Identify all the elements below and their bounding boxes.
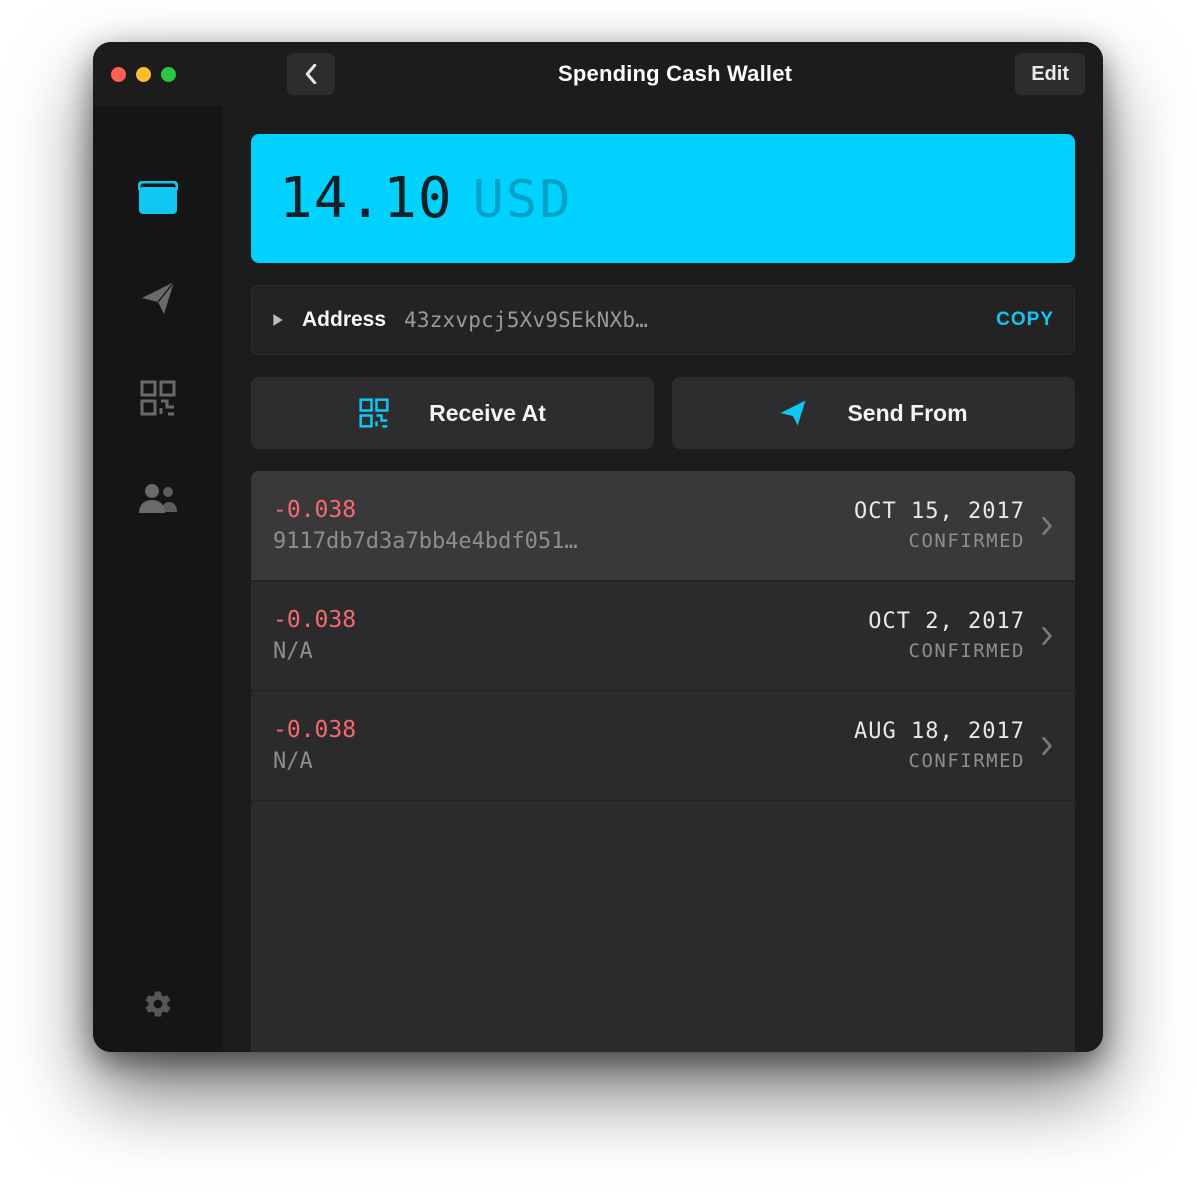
main-content: 14.10 USD Address 43zxvpcj5Xv9SEkNXb… CO… — [223, 106, 1103, 1052]
edit-button[interactable]: Edit — [1015, 53, 1085, 95]
gear-icon — [143, 989, 173, 1019]
receive-button-label: Receive At — [429, 400, 546, 427]
app-window: Spending Cash Wallet Edit — [93, 42, 1103, 1052]
nav-settings[interactable] — [136, 982, 180, 1026]
transaction-row[interactable]: -0.038 N/A OCT 2, 2017 CONFIRMED — [251, 581, 1075, 691]
caret-right-icon — [272, 313, 284, 327]
chevron-right-icon — [1041, 627, 1053, 645]
receive-button[interactable]: Receive At — [251, 377, 654, 449]
send-button-label: Send From — [847, 400, 967, 427]
transaction-reference: N/A — [273, 749, 838, 774]
balance-currency: USD — [473, 170, 573, 230]
sidebar — [93, 106, 223, 1052]
page-title: Spending Cash Wallet — [335, 61, 1015, 87]
transaction-amount: -0.038 — [273, 607, 852, 633]
transaction-date: OCT 2, 2017 — [868, 609, 1025, 634]
transaction-row[interactable]: -0.038 N/A AUG 18, 2017 CONFIRMED — [251, 691, 1075, 801]
transaction-status: CONFIRMED — [854, 530, 1025, 552]
transaction-reference: N/A — [273, 639, 852, 664]
chevron-left-icon — [304, 64, 318, 84]
paper-plane-icon — [779, 399, 807, 427]
window-controls — [111, 67, 221, 82]
transaction-date: OCT 15, 2017 — [854, 499, 1025, 524]
address-row[interactable]: Address 43zxvpcj5Xv9SEkNXb… COPY — [251, 285, 1075, 355]
copy-address-button[interactable]: COPY — [996, 309, 1054, 331]
send-button[interactable]: Send From — [672, 377, 1075, 449]
transaction-row[interactable]: -0.038 9117db7d3a7bb4e4bdf051… OCT 15, 2… — [251, 471, 1075, 581]
action-row: Receive At Send From — [251, 377, 1075, 449]
nav-send[interactable] — [136, 276, 180, 320]
back-button[interactable] — [287, 53, 335, 95]
transaction-amount: -0.038 — [273, 717, 838, 743]
chevron-right-icon — [1041, 737, 1053, 755]
balance-amount: 14.10 — [279, 166, 453, 231]
address-label: Address — [302, 308, 386, 332]
transaction-amount: -0.038 — [273, 497, 838, 523]
nav-receive[interactable] — [136, 376, 180, 420]
transaction-list: -0.038 9117db7d3a7bb4e4bdf051… OCT 15, 2… — [251, 471, 1075, 1052]
zoom-window-button[interactable] — [161, 67, 176, 82]
nav-contacts[interactable] — [136, 476, 180, 520]
edit-button-label: Edit — [1031, 63, 1069, 86]
transaction-status: CONFIRMED — [868, 640, 1025, 662]
qr-icon — [359, 398, 389, 428]
chevron-right-icon — [1041, 517, 1053, 535]
transaction-date: AUG 18, 2017 — [854, 719, 1025, 744]
titlebar: Spending Cash Wallet Edit — [93, 42, 1103, 106]
qr-icon — [140, 380, 176, 416]
contacts-icon — [138, 482, 178, 514]
transaction-reference: 9117db7d3a7bb4e4bdf051… — [273, 529, 838, 554]
close-window-button[interactable] — [111, 67, 126, 82]
minimize-window-button[interactable] — [136, 67, 151, 82]
address-value: 43zxvpcj5Xv9SEkNXb… — [404, 308, 978, 332]
paper-plane-icon — [140, 280, 176, 316]
wallet-icon — [138, 181, 178, 215]
nav-wallet[interactable] — [136, 176, 180, 220]
balance-card: 14.10 USD — [251, 134, 1075, 263]
transaction-status: CONFIRMED — [854, 750, 1025, 772]
